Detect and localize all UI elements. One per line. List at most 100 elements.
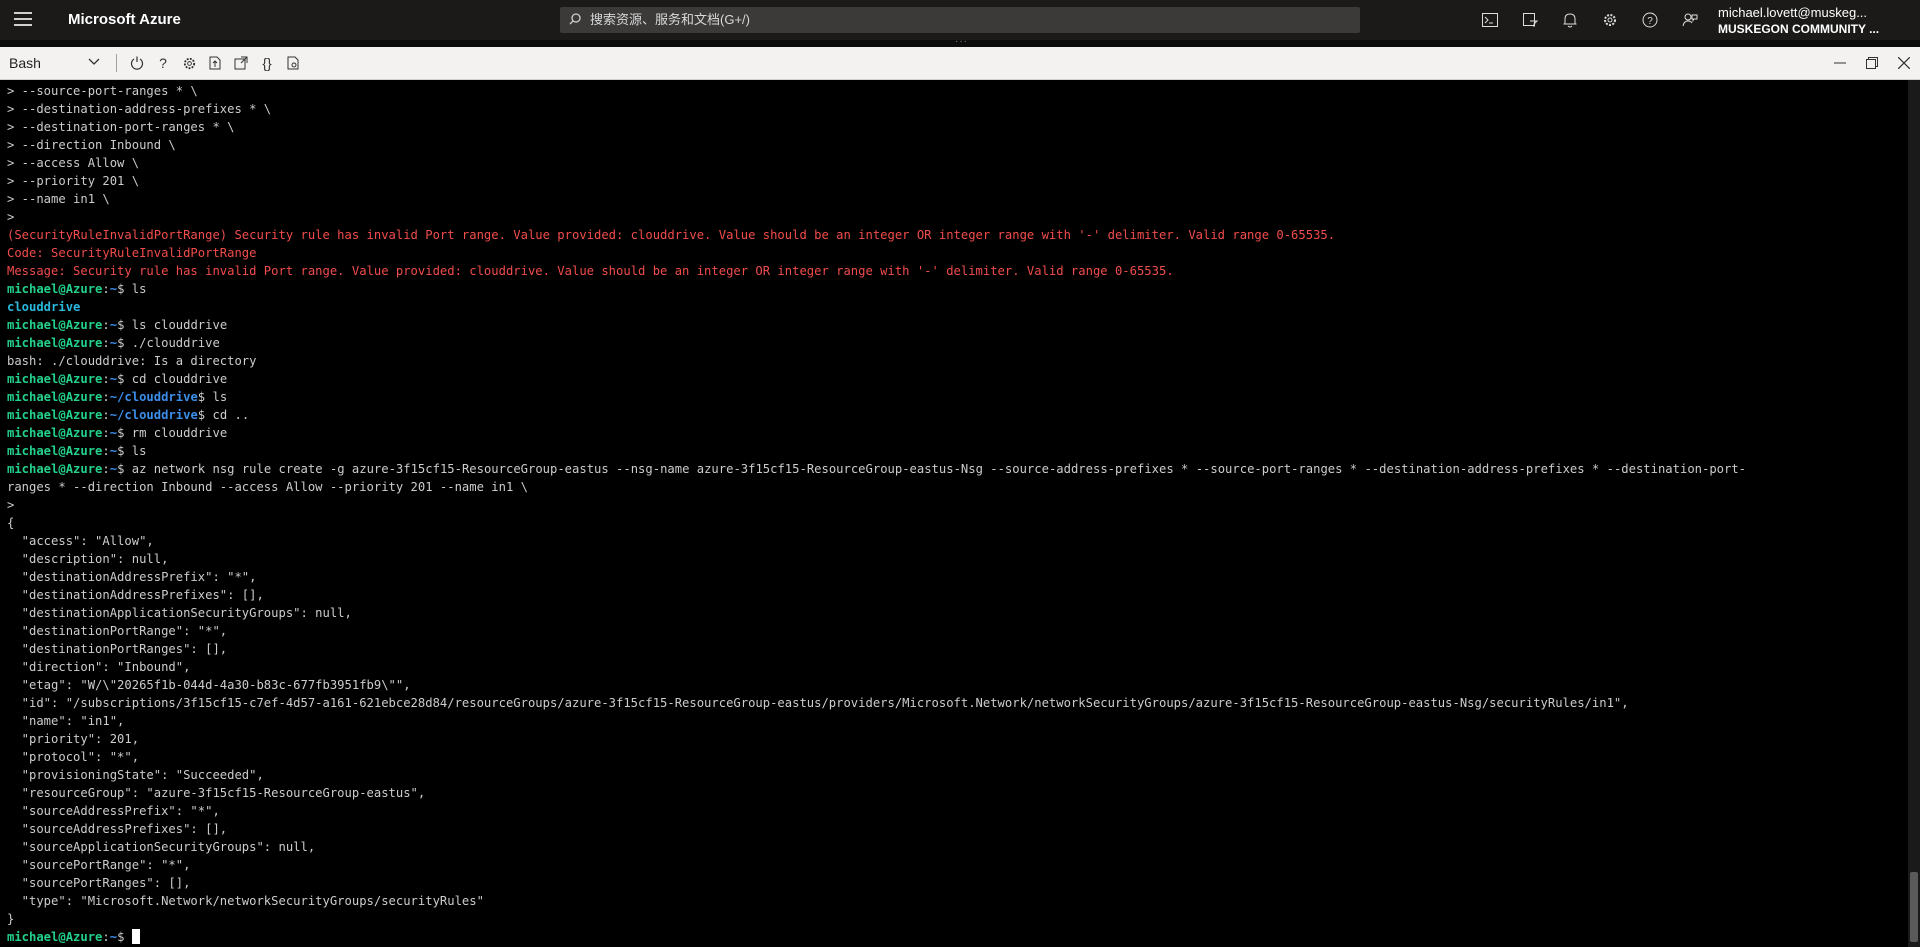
terminal-cursor [131,929,140,944]
prompt-path: ~ [109,444,118,458]
terminal-output-line: "protocol": "*", [7,750,140,764]
terminal-prompt-line: michael@Azure:~/clouddrive$ ls [7,390,228,404]
terminal-output-line: ranges * --direction Inbound --access Al… [7,480,528,494]
terminal-prompt-line: michael@Azure:~$ ls [7,444,147,458]
upload-download-icon[interactable] [202,51,228,75]
prompt-user: michael@Azure [7,462,103,476]
prompt-user: michael@Azure [7,282,103,296]
terminal-error-line: Code: SecurityRuleInvalidPortRange [7,246,257,260]
prompt-command: rm clouddrive [131,426,228,440]
terminal-output-line: "name": "in1", [7,714,125,728]
terminal-output-line: "direction": "Inbound", [7,660,191,674]
prompt-path: ~ [109,318,118,332]
prompt-command: ./clouddrive [131,336,220,350]
resize-handle[interactable]: ··· [955,36,968,47]
feedback-icon[interactable] [1670,8,1710,32]
terminal-output-line: "priority": 201, [7,732,140,746]
terminal-output-line: > --destination-port-ranges * \ [7,120,235,134]
prompt-user: michael@Azure [7,390,103,404]
maximize-icon[interactable] [1856,51,1888,75]
terminal-output-line: "sourcePortRange": "*", [7,858,191,872]
prompt-path: ~/clouddrive [109,390,198,404]
prompt-path: ~ [109,930,118,944]
account-menu[interactable]: michael.lovett@muskeg... MUSKEGON COMMUN… [1718,5,1879,37]
toolbar-divider [116,54,117,72]
terminal-output-line: "description": null, [7,552,169,566]
prompt-command: cd clouddrive [131,372,228,386]
user-email: michael.lovett@muskeg... [1718,5,1868,20]
terminal-output-line: "type": "Microsoft.Network/networkSecuri… [7,894,484,908]
prompt-user: michael@Azure [7,336,103,350]
prompt-path: ~ [109,336,118,350]
terminal-output-line: "sourceAddressPrefix": "*", [7,804,220,818]
prompt-command: ls [212,390,228,404]
chevron-down-icon [88,58,100,65]
svg-text:?: ? [1647,16,1653,27]
terminal-prompt-line: michael@Azure:~$ ./clouddrive [7,336,220,350]
prompt-command: ls clouddrive [131,318,228,332]
directory-filter-icon[interactable] [1510,8,1550,32]
azure-top-bar: Microsoft Azure 搜索资源、服务和文档(G+/) ? michae… [0,0,1920,47]
terminal-error-line: Message: Security rule has invalid Port … [7,264,1174,278]
terminal-prompt-line: michael@Azure:~$ ls [7,282,147,296]
terminal-output-line: "sourcePortRanges": [], [7,876,191,890]
prompt-path: ~ [109,282,118,296]
prompt-command: ls [131,282,147,296]
terminal-output-line: "destinationAddressPrefix": "*", [7,570,257,584]
terminal-scrollbar[interactable] [1908,80,1920,947]
restart-icon[interactable] [124,51,150,75]
user-organization: MUSKEGON COMMUNITY ... [1718,22,1880,36]
menu-icon[interactable] [14,12,32,28]
terminal-prompt-line: michael@Azure:~$ rm clouddrive [7,426,228,440]
terminal-output-line: } [7,912,15,926]
terminal-output-line: "access": "Allow", [7,534,154,548]
help-icon[interactable]: ? [150,51,176,75]
portal-brand[interactable]: Microsoft Azure [68,11,181,28]
terminal-output-line: "sourceApplicationSecurityGroups": null, [7,840,316,854]
settings-icon[interactable] [1590,8,1630,32]
terminal-output-line: > --priority 201 \ [7,174,140,188]
terminal-prompt-line: michael@Azure:~$ cd clouddrive [7,372,228,386]
terminal-prompt-line: michael@Azure:~$ ls clouddrive [7,318,228,332]
terminal-output-line: "destinationPortRange": "*", [7,624,228,638]
prompt-path: ~ [109,426,118,440]
notifications-icon[interactable] [1550,8,1590,32]
prompt-path: ~ [109,372,118,386]
terminal-output-line: "destinationApplicationSecurityGroups": … [7,606,352,620]
cloud-shell-icon[interactable] [1470,8,1510,32]
shell-type-select[interactable]: Bash [0,47,108,79]
search-placeholder: 搜索资源、服务和文档(G+/) [590,12,750,27]
terminal-output-line: "etag": "W/\"20265f1b-044d-4a30-b83c-677… [7,678,411,692]
prompt-user: michael@Azure [7,318,103,332]
terminal-output-line: { [7,516,15,530]
terminal-prompt-line: michael@Azure:~$ [7,928,1908,946]
search-icon [569,13,581,25]
terminal-output-line: > --name in1 \ [7,192,110,206]
terminal-prompt-line: michael@Azure:~/clouddrive$ cd .. [7,408,250,422]
open-new-session-icon[interactable] [228,51,254,75]
prompt-path: ~ [109,462,118,476]
prompt-command: cd .. [212,408,250,422]
terminal-output-line: "provisioningState": "Succeeded", [7,768,264,782]
close-icon[interactable] [1888,51,1920,75]
terminal-output-line: "sourceAddressPrefixes": [], [7,822,228,836]
terminal-output-line: "id": "/subscriptions/3f15cf15-c7ef-4d57… [7,696,1629,710]
terminal-output-line: "resourceGroup": "azure-3f15cf15-Resourc… [7,786,426,800]
terminal-output-line: "destinationPortRanges": [], [7,642,228,656]
terminal-output-line: > --destination-address-prefixes * \ [7,102,272,116]
terminal-output-line: > --access Allow \ [7,156,140,170]
cloud-shell-toolbar: Bash ? {} [0,47,1920,80]
shell-type-value: Bash [9,55,41,71]
settings-icon[interactable] [176,51,202,75]
terminal-output-line: > --source-port-ranges * \ [7,84,198,98]
terminal-output-line: > --direction Inbound \ [7,138,176,152]
terminal-directory-entry: clouddrive [7,300,81,314]
web-preview-icon[interactable] [280,51,306,75]
terminal-output[interactable]: > --source-port-ranges * \ > --destinatio… [0,80,1908,947]
scrollbar-thumb[interactable] [1910,872,1918,942]
search-box[interactable]: 搜索资源、服务和文档(G+/) [560,7,1360,33]
minimize-icon[interactable] [1824,51,1856,75]
help-icon[interactable]: ? [1630,8,1670,32]
terminal-lines: > --source-port-ranges * \ > --destinatio… [0,80,1908,946]
editor-braces-icon[interactable]: {} [254,51,280,75]
